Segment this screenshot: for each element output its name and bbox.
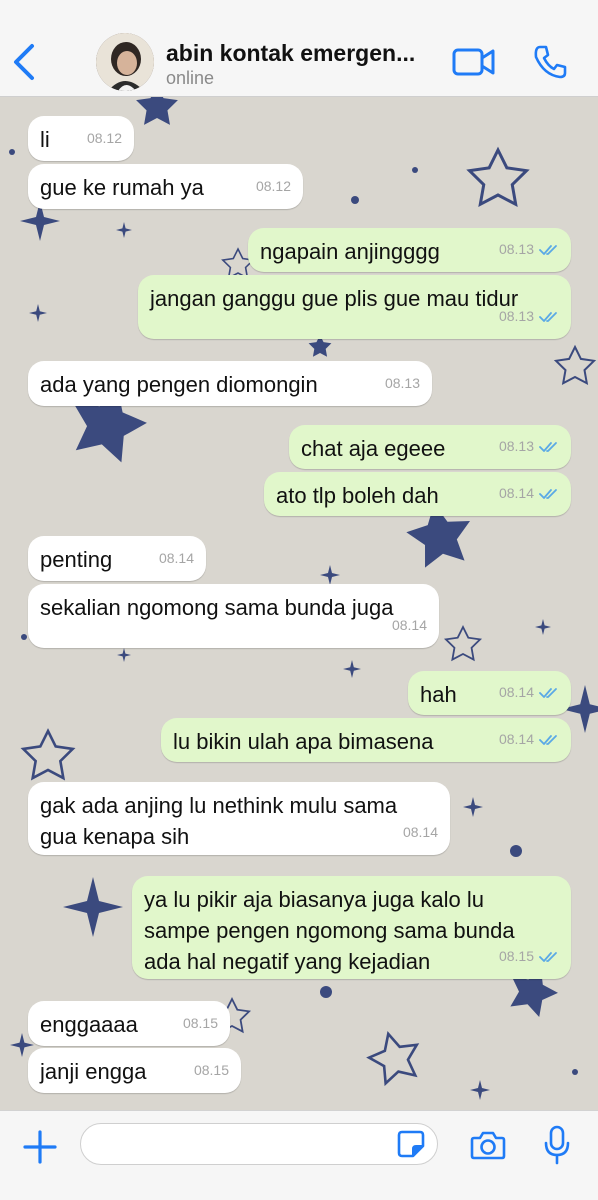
message-text: janji engga — [40, 1059, 147, 1084]
incoming-message[interactable]: enggaaaa 08.15 — [28, 1001, 230, 1046]
avatar-photo — [96, 33, 154, 91]
message-timestamp: 08.14 — [499, 724, 559, 755]
message-timestamp: 08.15 — [499, 941, 559, 972]
message-time-text: 08.12 — [255, 178, 291, 194]
message-time-text: 08.14 — [391, 617, 427, 633]
message-time-text: 08.15 — [193, 1062, 229, 1078]
message-input[interactable] — [80, 1123, 438, 1165]
message-text-line: gua kenapa sih — [40, 824, 190, 849]
outgoing-message[interactable]: ngapain anjingggg 08.13 — [248, 228, 571, 272]
plus-icon — [23, 1130, 57, 1164]
chat-area[interactable]: li 08.12 gue ke rumah ya 08.12 ngapain anjin… — [0, 97, 598, 1110]
message-timestamp: 08.13 — [499, 431, 559, 462]
contact-name[interactable]: abin kontak emergen... — [166, 40, 446, 67]
message-text: sekalian ngomong sama bunda juga — [40, 595, 394, 620]
message-timestamp: 08.14 — [403, 817, 438, 848]
message-text-line: ada hal negatif yang kejadian — [144, 949, 431, 974]
message-timestamp: 08.15 — [183, 1008, 218, 1039]
outgoing-message[interactable]: lu bikin ulah apa bimasena 08.14 — [161, 718, 571, 762]
read-ticks-icon — [539, 488, 557, 499]
message-text-line: ya lu pikir aja biasanya juga kalo lu — [144, 887, 484, 912]
message-time-text: 08.15 — [498, 948, 534, 964]
message-timestamp: 08.13 — [385, 368, 420, 399]
message-time-text: 08.14 — [158, 550, 194, 566]
message-text-line: gak ada anjing lu nethink mulu sama — [40, 793, 398, 818]
message-text: ngapain anjingggg — [260, 239, 440, 264]
incoming-message[interactable]: penting 08.14 — [28, 536, 206, 581]
message-time-text: 08.13 — [498, 438, 534, 454]
outgoing-message[interactable]: ato tlp boleh dah 08.14 — [264, 472, 571, 516]
message-text: lu bikin ulah apa bimasena — [173, 729, 434, 754]
attach-button[interactable] — [22, 1129, 58, 1165]
incoming-message[interactable]: gue ke rumah ya 08.12 — [28, 164, 303, 209]
message-timestamp: 08.14 — [499, 478, 559, 509]
message-text: chat aja egeee — [301, 436, 446, 461]
outgoing-message[interactable]: ya lu pikir aja biasanya juga kalo lu sam… — [132, 876, 571, 979]
message-text: jangan ganggu gue plis gue mau tidur — [150, 286, 519, 311]
read-ticks-icon — [539, 441, 557, 452]
sticker-button[interactable] — [396, 1129, 426, 1159]
read-ticks-icon — [539, 311, 557, 322]
video-call-button[interactable] — [452, 46, 496, 78]
avatar[interactable] — [96, 33, 154, 91]
message-timestamp: 08.14 — [499, 677, 559, 708]
voice-call-button[interactable] — [532, 44, 568, 80]
message-text: gue ke rumah ya — [40, 175, 204, 200]
message-time-text: 08.13 — [498, 241, 534, 257]
message-time-text: 08.12 — [86, 130, 122, 146]
incoming-message[interactable]: ada yang pengen diomongin 08.13 — [28, 361, 432, 406]
message-timestamp: 08.13 — [499, 301, 559, 332]
sticker-icon — [397, 1130, 425, 1158]
message-text: enggaaaa — [40, 1012, 138, 1037]
message-text: penting — [40, 547, 113, 572]
message-timestamp: 08.15 — [194, 1055, 229, 1086]
camera-icon — [470, 1131, 506, 1160]
message-text: li — [40, 127, 50, 152]
microphone-button[interactable] — [544, 1125, 570, 1165]
incoming-message[interactable]: gak ada anjing lu nethink mulu sama gua k… — [28, 782, 450, 855]
message-timestamp: 08.13 — [499, 234, 559, 265]
read-ticks-icon — [539, 734, 557, 745]
microphone-icon — [544, 1125, 570, 1165]
phone-icon — [534, 45, 567, 79]
message-text: ato tlp boleh dah — [276, 483, 439, 508]
chevron-left-icon — [14, 44, 34, 80]
message-time-text: 08.14 — [498, 485, 534, 501]
message-time-text: 08.15 — [182, 1015, 218, 1031]
incoming-message[interactable]: li 08.12 — [28, 116, 134, 161]
contact-status: online — [166, 68, 215, 88]
message-timestamp: 08.12 — [87, 123, 122, 154]
message-time-text: 08.13 — [384, 375, 420, 391]
compose-bar — [0, 1110, 598, 1200]
message-time-text: 08.13 — [498, 308, 534, 324]
read-ticks-icon — [539, 244, 557, 255]
message-time-text: 08.14 — [498, 731, 534, 747]
message-text: hah — [420, 682, 457, 707]
video-camera-icon — [452, 48, 495, 76]
read-ticks-icon — [539, 687, 557, 698]
message-time-text: 08.14 — [402, 824, 438, 840]
incoming-message[interactable]: sekalian ngomong sama bunda juga 08.14 — [28, 584, 439, 648]
outgoing-message[interactable]: jangan ganggu gue plis gue mau tidur 08.1… — [138, 275, 571, 339]
outgoing-message[interactable]: hah 08.14 — [408, 671, 571, 715]
message-time-text: 08.14 — [498, 684, 534, 700]
message-timestamp: 08.14 — [392, 610, 427, 641]
message-text: ada yang pengen diomongin — [40, 372, 318, 397]
incoming-message[interactable]: janji engga 08.15 — [28, 1048, 241, 1093]
message-timestamp: 08.14 — [159, 543, 194, 574]
back-button[interactable] — [10, 40, 40, 84]
read-ticks-icon — [539, 951, 557, 962]
camera-button[interactable] — [470, 1129, 506, 1161]
outgoing-message[interactable]: chat aja egeee 08.13 — [289, 425, 571, 469]
message-text-line: sampe pengen ngomong sama bunda — [144, 918, 515, 943]
chat-header: abin kontak emergen... online — [0, 0, 598, 97]
message-timestamp: 08.12 — [256, 171, 291, 202]
